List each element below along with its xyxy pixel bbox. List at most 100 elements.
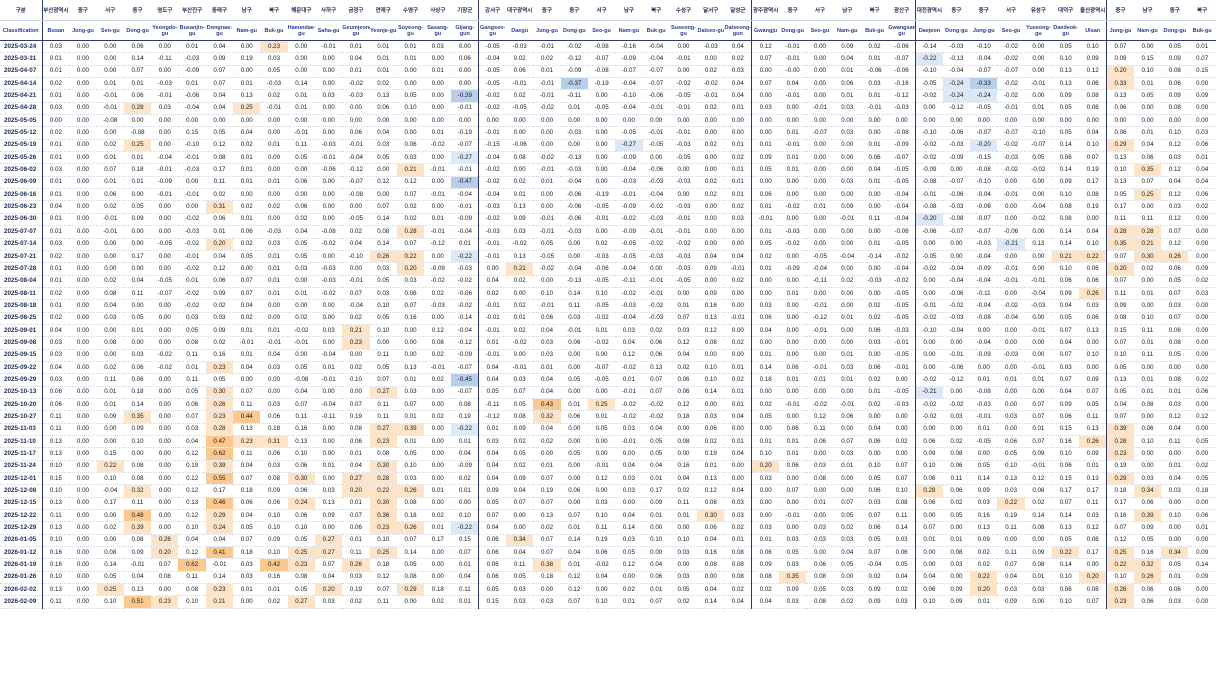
table-cell: 0.01 bbox=[1133, 126, 1162, 140]
table-cell: 0.01 bbox=[724, 398, 752, 412]
table-cell: 0.05 bbox=[942, 509, 971, 523]
table-cell: 0.04 bbox=[724, 410, 752, 424]
table-cell: 0.00 bbox=[96, 349, 124, 362]
table-cell: 0.01 bbox=[1024, 373, 1052, 387]
table-cell: 0.04 bbox=[205, 250, 234, 264]
row-date: 2025-08-04 bbox=[0, 275, 42, 288]
table-cell: 0.00 bbox=[123, 447, 152, 461]
table-cell: 0.02 bbox=[96, 200, 124, 214]
table-cell: 0.12 bbox=[560, 571, 588, 585]
table-cell: 0.26 bbox=[369, 250, 397, 264]
table-cell: 0.28 bbox=[1106, 435, 1134, 449]
table-cell: 0.00 bbox=[1161, 361, 1189, 375]
table-cell: 0.08 bbox=[151, 571, 179, 585]
table-cell: -0.13 bbox=[560, 151, 588, 165]
table-cell: 0.01 bbox=[724, 176, 752, 190]
table-cell: 0.02 bbox=[751, 250, 780, 264]
column-header-ko: 수영구 bbox=[396, 0, 425, 21]
table-cell: 0.08 bbox=[942, 546, 971, 560]
table-cell: 0.00 bbox=[833, 484, 861, 498]
table-cell: 0.25 bbox=[96, 583, 124, 597]
table-row: 2025-07-07 0.01 0.00 -0.01 0.00 0.00 -0.03 0.01… bbox=[0, 225, 1216, 239]
table-cell: 0.13 bbox=[1051, 77, 1080, 91]
table-cell: 0.15 bbox=[96, 447, 124, 461]
table-cell: -0.04 bbox=[970, 275, 998, 288]
table-cell: -0.02 bbox=[587, 336, 616, 350]
column-header-ko: 사하구 bbox=[314, 0, 343, 21]
table-cell: 0.09 bbox=[970, 484, 998, 498]
table-cell: 0.06 bbox=[697, 521, 725, 535]
table-cell: 0.11 bbox=[1106, 213, 1134, 227]
table-cell: 0.02 bbox=[96, 275, 124, 288]
table-cell: 0.01 bbox=[1024, 102, 1052, 116]
table-cell: 0.39 bbox=[1133, 509, 1162, 523]
table-cell: 0.04 bbox=[669, 349, 698, 362]
table-cell: 0.03 bbox=[396, 275, 425, 288]
table-cell: 0.05 bbox=[533, 238, 561, 251]
table-cell: -0.05 bbox=[151, 238, 179, 251]
table-cell: 0.19 bbox=[997, 509, 1025, 523]
table-cell: 0.01 bbox=[615, 595, 643, 609]
table-cell: 0.23 bbox=[233, 435, 261, 449]
table-cell: 0.00 bbox=[69, 447, 97, 461]
table-cell: 0.27 bbox=[314, 534, 343, 548]
table-cell: -0.07 bbox=[642, 77, 670, 91]
table-cell: 0.13 bbox=[369, 89, 397, 103]
table-cell: 0.19 bbox=[1106, 460, 1134, 474]
column-header-en: Yeonje-gu bbox=[369, 20, 397, 41]
table-cell: 0.06 bbox=[833, 77, 861, 91]
table-cell: 0.05 bbox=[560, 373, 588, 387]
table-cell: 0.02 bbox=[506, 324, 534, 338]
table-cell: 0.10 bbox=[260, 546, 288, 560]
table-cell: 0.02 bbox=[1133, 262, 1162, 276]
table-cell: 0.00 bbox=[833, 139, 861, 153]
table-cell: 0.03 bbox=[724, 509, 752, 523]
table-cell: 0.06 bbox=[1079, 312, 1107, 325]
table-cell: 0.06 bbox=[751, 546, 780, 560]
table-cell: 0.00 bbox=[669, 423, 698, 437]
table-cell: 0.00 bbox=[1188, 336, 1216, 350]
table-cell: 0.00 bbox=[1188, 238, 1216, 251]
table-cell: 0.01 bbox=[970, 595, 998, 609]
table-cell: -0.05 bbox=[888, 386, 916, 399]
table-cell: 0.03 bbox=[123, 349, 152, 362]
table-cell: -0.01 bbox=[888, 361, 916, 375]
table-cell: 0.00 bbox=[1133, 361, 1162, 375]
table-cell: 0.00 bbox=[669, 40, 698, 54]
table-cell: 0.09 bbox=[833, 40, 861, 54]
table-cell: 0.09 bbox=[1106, 299, 1134, 313]
table-cell: 0.10 bbox=[1161, 509, 1189, 523]
table-cell: 0.11 bbox=[1133, 324, 1162, 338]
table-cell: 0.10 bbox=[287, 521, 315, 535]
table-cell: 0.00 bbox=[451, 497, 479, 511]
table-cell: 0.18 bbox=[1188, 484, 1216, 498]
table-cell: -0.05 bbox=[888, 349, 916, 362]
table-cell: 0.01 bbox=[260, 262, 288, 276]
table-cell: 0.11 bbox=[233, 398, 261, 412]
table-cell: 0.22 bbox=[96, 460, 124, 474]
table-cell: 0.11 bbox=[41, 423, 70, 437]
table-cell: 0.06 bbox=[1133, 497, 1162, 511]
table-cell: 0.00 bbox=[997, 398, 1025, 412]
table-cell: 0.00 bbox=[697, 225, 725, 239]
row-date: 2025-07-21 bbox=[0, 250, 42, 264]
table-cell: 0.02 bbox=[860, 299, 889, 313]
table-cell: 0.03 bbox=[41, 373, 70, 387]
table-cell: 0.10 bbox=[369, 534, 397, 548]
table-cell: -0.03 bbox=[669, 139, 698, 153]
table-cell: 0.05 bbox=[1051, 102, 1080, 116]
table-cell: 0.14 bbox=[560, 534, 588, 548]
table-cell: 0.03 bbox=[506, 583, 534, 597]
table-cell: 0.12 bbox=[369, 176, 397, 190]
table-cell: 0.18 bbox=[260, 423, 288, 437]
table-row: 2025-09-08 0.03 0.00 0.08 0.00 0.00 0.08 0.02 -0… bbox=[0, 336, 1216, 350]
table-cell: 0.36 bbox=[369, 509, 397, 523]
table-cell: -0.01 bbox=[478, 238, 507, 251]
table-cell: 0.04 bbox=[451, 571, 479, 585]
table-cell: 0.00 bbox=[151, 262, 179, 276]
table-cell: 0.01 bbox=[833, 65, 861, 79]
table-cell: 0.13 bbox=[506, 200, 534, 214]
table-cell: -0.04 bbox=[888, 200, 916, 214]
table-cell: 0.02 bbox=[669, 361, 698, 375]
table-cell: -0.02 bbox=[615, 410, 643, 424]
